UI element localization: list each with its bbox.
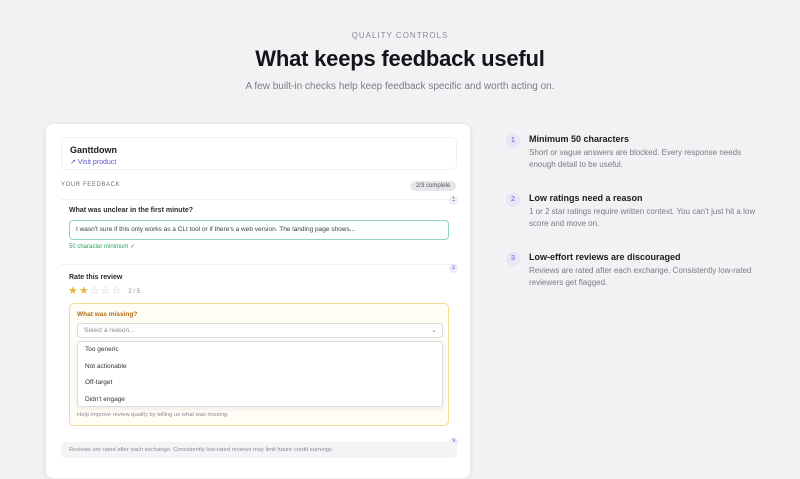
star-icon-4[interactable]: ☆ [101,286,111,297]
reason-help-text: Help improve review quality by telling u… [77,412,229,418]
feature-description: Short or vague answers are blocked. Ever… [529,148,742,169]
star-icon-5[interactable]: ☆ [112,286,122,297]
section-label: YOUR FEEDBACK [61,182,121,188]
reason-select[interactable]: Select a reason... ⌄ [77,323,443,338]
feedback-card: Ganttdown ↗ Visit product YOUR FEEDBACK … [45,123,471,479]
feature-description: Reviews are rated after each exchange. C… [529,266,752,287]
star-rating: ★ ★ ☆ ☆ ☆ 2 / 5 [68,286,140,297]
reason-option-not-actionable[interactable]: Not actionable [78,359,442,376]
star-icon-2[interactable]: ★ [79,286,89,297]
star-icon-3[interactable]: ☆ [90,286,100,297]
product-header: Ganttdown ↗ Visit product [61,137,457,170]
feature-description: 1 or 2 star ratings require written cont… [529,207,756,228]
chevron-down-icon: ⌄ [431,327,437,334]
rating-title: Rate this review [69,274,123,281]
rating-block: Rate this review ★ ★ ☆ ☆ ☆ 2 / 5 What wa… [61,264,457,426]
reason-option-off-target[interactable]: Off-target [78,375,442,392]
feature-number: 1 [506,134,520,148]
reason-option-too-generic[interactable]: Too generic [78,342,442,359]
visit-product-link[interactable]: ↗ Visit product [70,158,448,167]
progress-badge: 2/3 complete [410,181,457,191]
question-title: What was unclear in the first minute? [69,207,194,214]
page-title: What keeps feedback useful [255,46,545,71]
feature-title: Minimum 50 characters [529,134,630,144]
page-subtitle: A few built-in checks help keep feedback… [245,81,555,92]
reason-dropdown-menu: Too generic Not actionable Off-target Di… [77,341,443,407]
feature-title: Low-effort reviews are discouraged [529,252,681,262]
star-icon-1[interactable]: ★ [68,286,78,297]
footer-note: Reviews are rated after each exchange. C… [61,442,457,458]
reason-title: What was missing? [77,311,138,318]
product-name: Ganttdown [70,145,117,155]
feature-number: 3 [506,252,520,266]
reason-panel: What was missing? Select a reason... ⌄ T… [69,303,449,426]
answer-input[interactable]: I wasn't sure if this only works as a CL… [69,220,449,240]
reason-select-placeholder: Select a reason... [84,327,135,334]
arrow-up-right-icon: ↗ [70,159,76,166]
validation-note: 50 character minimum ✓ [69,244,136,250]
star-count: 2 / 5 [128,288,141,295]
question-block: What was unclear in the first minute? I … [61,199,457,259]
visit-product-label: Visit product [77,158,117,166]
feature-number: 2 [506,193,520,207]
eyebrow-label: QUALITY CONTROLS [351,31,449,40]
feature-title: Low ratings need a reason [529,193,643,203]
reason-option-didnt-engage[interactable]: Didn't engage [78,392,442,409]
